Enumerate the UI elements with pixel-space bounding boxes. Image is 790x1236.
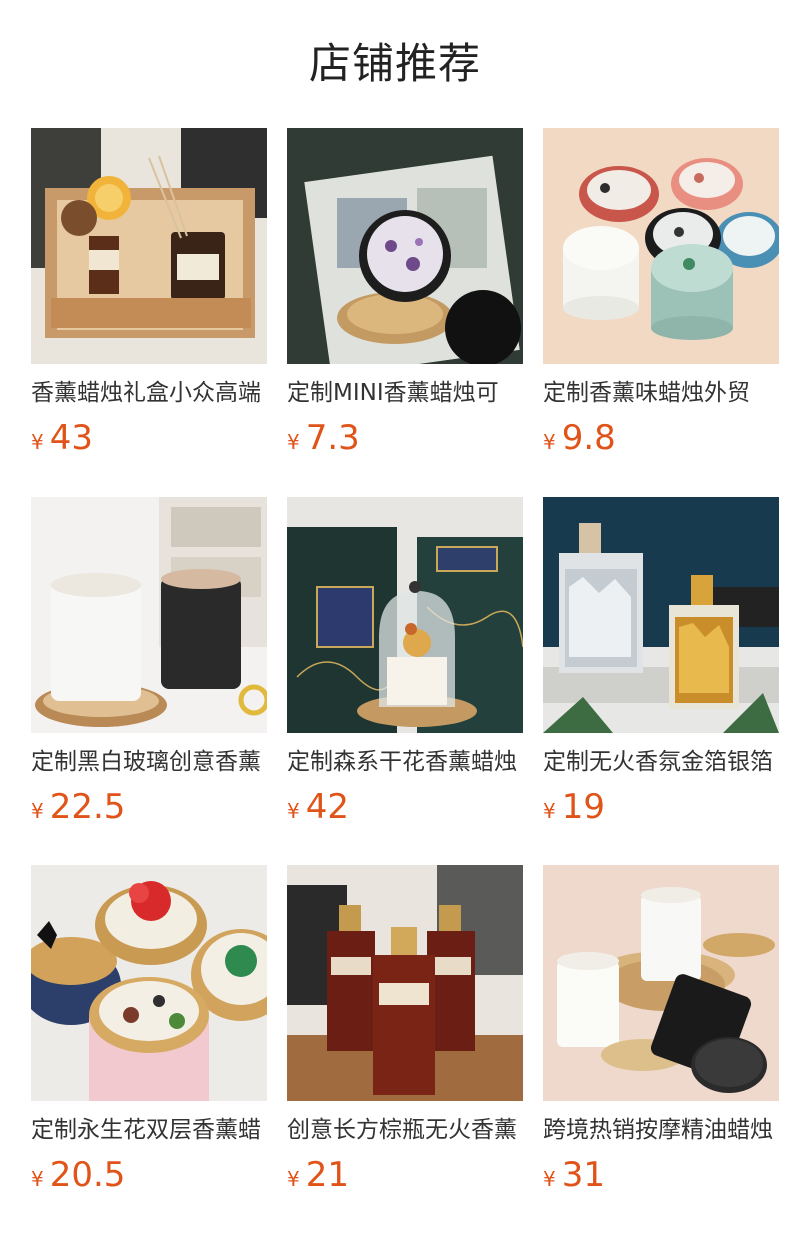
currency-symbol: ¥	[287, 1167, 300, 1191]
product-price: ¥43	[31, 416, 93, 460]
brown-rectangular-diffuser-image	[287, 865, 523, 1101]
gold-silver-foil-diffuser-image	[543, 497, 779, 733]
product-card[interactable]: 香薰蜡烛礼盒小众高端 ¥43	[31, 128, 267, 458]
price-value: 43	[49, 418, 93, 458]
candle-gift-box-image	[31, 128, 267, 364]
product-card[interactable]: 定制永生花双层香薰蜡 ¥20.5	[31, 865, 267, 1195]
product-price: ¥42	[287, 785, 349, 829]
product-price: ¥21	[287, 1153, 349, 1197]
currency-symbol: ¥	[543, 430, 556, 454]
currency-symbol: ¥	[31, 430, 44, 454]
product-card[interactable]: 跨境热销按摩精油蜡烛 ¥31	[543, 865, 779, 1195]
product-price: ¥22.5	[31, 785, 125, 829]
product-price: ¥31	[543, 1153, 605, 1197]
product-name[interactable]: 定制森系干花香薰蜡烛	[287, 745, 523, 779]
product-name[interactable]: 定制香薰味蜡烛外贸	[543, 376, 779, 410]
product-image[interactable]	[287, 865, 523, 1101]
product-name[interactable]: 香薰蜡烛礼盒小众高端	[31, 376, 267, 410]
price-value: 31	[561, 1155, 605, 1195]
page-title: 店铺推荐	[308, 39, 481, 88]
product-card[interactable]: 定制MINI香薰蜡烛可 ¥7.3	[287, 128, 523, 458]
product-card[interactable]: 定制无火香氛金箔银箔 ¥19	[543, 497, 779, 827]
preserved-flower-tin-candles-image	[31, 865, 267, 1101]
price-value: 22.5	[49, 787, 126, 827]
currency-symbol: ¥	[287, 799, 300, 823]
product-name[interactable]: 定制MINI香薰蜡烛可	[287, 376, 523, 410]
currency-symbol: ¥	[31, 1167, 44, 1191]
price-value: 21	[305, 1155, 349, 1195]
product-card[interactable]: 定制森系干花香薰蜡烛 ¥42	[287, 497, 523, 827]
product-name[interactable]: 定制无火香氛金箔银箔	[543, 745, 779, 779]
product-image[interactable]	[31, 865, 267, 1101]
product-image[interactable]	[31, 128, 267, 364]
product-image[interactable]	[543, 497, 779, 733]
price-value: 19	[561, 787, 605, 827]
product-name[interactable]: 定制黑白玻璃创意香薰	[31, 745, 267, 779]
product-image[interactable]	[287, 497, 523, 733]
colorful-crystal-candles-image	[543, 128, 779, 364]
massage-oil-candles-image	[543, 865, 779, 1101]
product-image[interactable]	[287, 128, 523, 364]
price-value: 20.5	[49, 1155, 126, 1195]
price-value: 9.8	[561, 418, 616, 458]
dried-flower-dome-candle-image	[287, 497, 523, 733]
product-name[interactable]: 创意长方棕瓶无火香薰	[287, 1113, 523, 1147]
price-value: 42	[305, 787, 349, 827]
currency-symbol: ¥	[31, 799, 44, 823]
product-card[interactable]: 创意长方棕瓶无火香薰 ¥21	[287, 865, 523, 1195]
product-image[interactable]	[543, 128, 779, 364]
product-image[interactable]	[31, 497, 267, 733]
product-price: ¥19	[543, 785, 605, 829]
product-name[interactable]: 跨境热销按摩精油蜡烛	[543, 1113, 779, 1147]
product-price: ¥7.3	[287, 416, 360, 460]
currency-symbol: ¥	[543, 799, 556, 823]
product-price: ¥9.8	[543, 416, 616, 460]
product-name[interactable]: 定制永生花双层香薰蜡	[31, 1113, 267, 1147]
black-white-glass-candles-image	[31, 497, 267, 733]
currency-symbol: ¥	[287, 430, 300, 454]
currency-symbol: ¥	[543, 1167, 556, 1191]
price-value: 7.3	[305, 418, 360, 458]
product-card[interactable]: 定制黑白玻璃创意香薰 ¥22.5	[31, 497, 267, 827]
mini-crystal-candle-image	[287, 128, 523, 364]
product-image[interactable]	[543, 865, 779, 1101]
product-card[interactable]: 定制香薰味蜡烛外贸 ¥9.8	[543, 128, 779, 458]
product-price: ¥20.5	[31, 1153, 125, 1197]
